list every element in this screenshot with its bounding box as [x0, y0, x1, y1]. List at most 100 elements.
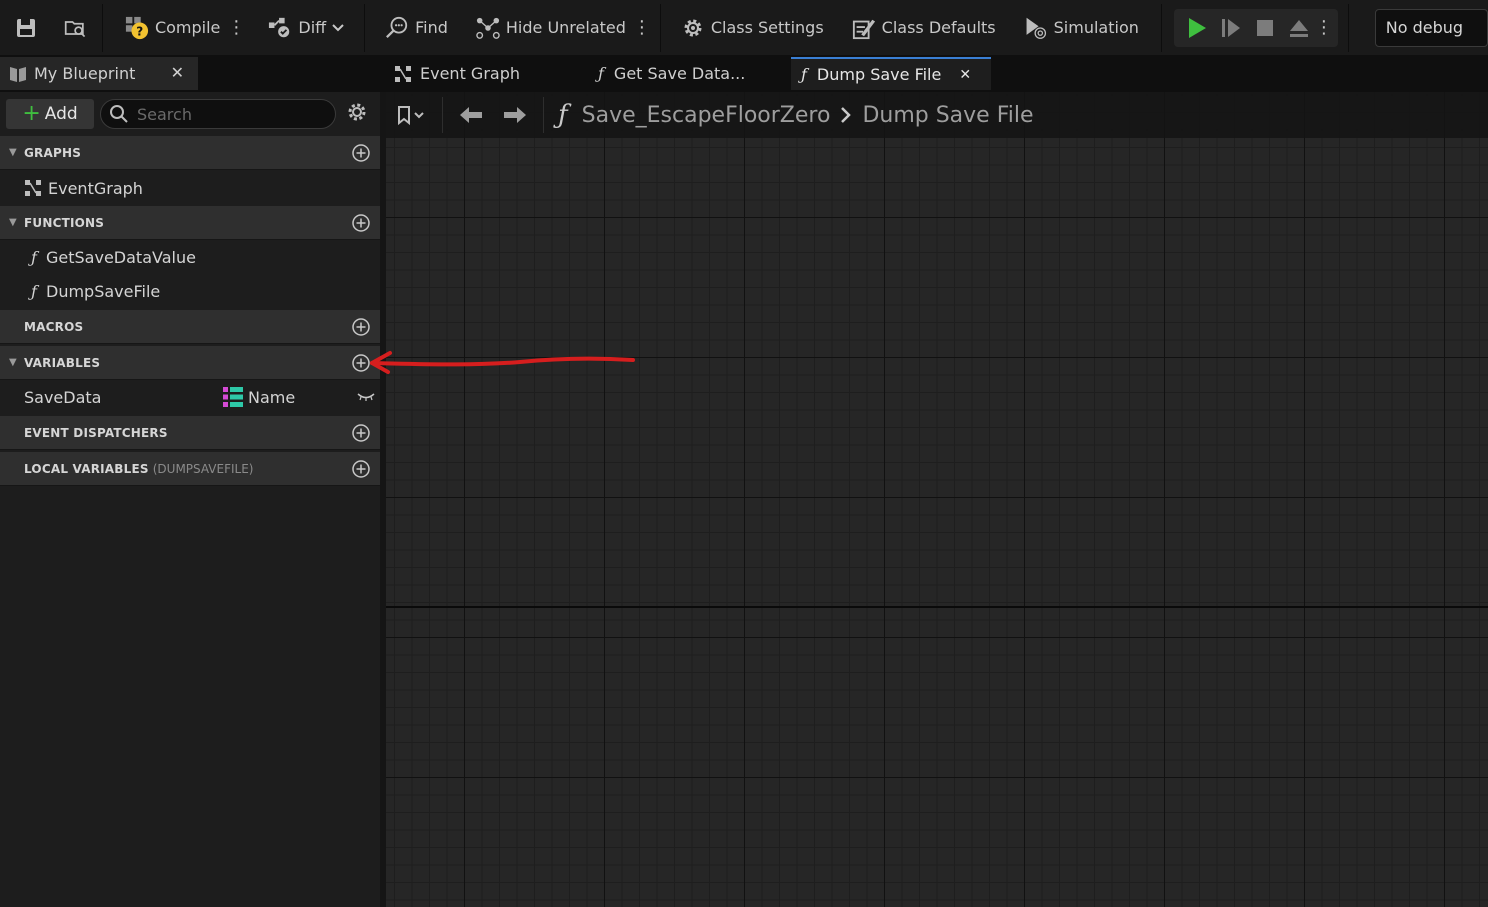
- stop-icon: [1256, 19, 1273, 36]
- section-variables[interactable]: ▼ VARIABLES: [0, 346, 380, 380]
- variable-type-label: Name: [248, 387, 296, 407]
- function-item-label: DumpSaveFile: [46, 281, 161, 301]
- play-options-button[interactable]: ⋮: [1315, 8, 1333, 48]
- find-icon: [385, 16, 409, 40]
- hide-unrelated-label: Hide Unrelated: [505, 18, 626, 37]
- tab-event-graph-label: Event Graph: [420, 64, 520, 83]
- find-button[interactable]: Find: [367, 8, 456, 48]
- my-blueprint-header: + Add: [0, 92, 380, 136]
- function-item-getsavedatavalue[interactable]: ƒ GetSaveDataValue: [0, 240, 380, 274]
- close-icon[interactable]: ✕: [959, 67, 971, 83]
- compile-status-unknown-icon: ?: [125, 16, 149, 40]
- function-icon: ƒ: [31, 281, 37, 301]
- search-box[interactable]: [100, 99, 336, 129]
- debug-filter-value: No debug: [1385, 18, 1464, 37]
- add-circle-icon: [352, 424, 370, 442]
- toolbar-separator: [1347, 3, 1349, 52]
- add-button[interactable]: + Add: [6, 99, 94, 129]
- search-input[interactable]: [137, 104, 327, 124]
- tab-get-save-data-label: Get Save Data...: [613, 64, 746, 83]
- chevron-right-icon: [840, 106, 852, 124]
- play-button[interactable]: [1180, 9, 1214, 47]
- section-event-dispatchers[interactable]: EVENT DISPATCHERS: [0, 416, 380, 450]
- class-defaults-icon: [852, 16, 876, 40]
- back-button[interactable]: [449, 97, 493, 133]
- main-toolbar: ? Compile ⋮ Diff Find Hide Unrelated ⋮ C…: [0, 0, 1488, 55]
- add-local-variable-button[interactable]: [352, 460, 370, 482]
- graph-item-eventgraph[interactable]: EventGraph: [0, 170, 380, 206]
- event-graph-icon: [25, 180, 41, 196]
- forward-button[interactable]: [493, 97, 537, 133]
- class-defaults-button[interactable]: Class Defaults: [832, 8, 1004, 48]
- gear-icon: [681, 16, 705, 40]
- add-graph-button[interactable]: [352, 144, 370, 166]
- add-variable-button[interactable]: [352, 354, 370, 376]
- tab-my-blueprint[interactable]: My Blueprint ✕: [0, 57, 198, 90]
- function-icon: ƒ: [801, 65, 807, 84]
- class-settings-button[interactable]: Class Settings: [663, 8, 832, 48]
- section-graphs[interactable]: ▼ GRAPHS: [0, 136, 380, 170]
- section-functions[interactable]: ▼ FUNCTIONS: [0, 206, 380, 240]
- settings-gear-icon[interactable]: [346, 101, 368, 127]
- breadcrumb-parent[interactable]: Save_EscapeFloorZero: [582, 103, 831, 128]
- tab-dump-save-file[interactable]: ƒ Dump Save File ✕: [791, 57, 991, 90]
- compile-options-button[interactable]: ⋮: [227, 8, 245, 48]
- plus-icon: +: [22, 101, 41, 126]
- save-button[interactable]: [0, 8, 52, 48]
- hide-unrelated-options-button[interactable]: ⋮: [633, 8, 651, 48]
- advance-frame-button[interactable]: [1214, 9, 1248, 47]
- bookmark-icon: [398, 106, 424, 126]
- add-label: Add: [44, 104, 78, 124]
- debug-filter-select[interactable]: No debug: [1374, 8, 1488, 47]
- close-icon[interactable]: ✕: [171, 63, 184, 82]
- variable-item-savedata[interactable]: SaveData Name: [0, 380, 380, 414]
- step-forward-icon: [1221, 18, 1240, 37]
- function-icon: ƒ: [598, 64, 604, 83]
- section-event-dispatchers-title: EVENT DISPATCHERS: [24, 425, 168, 440]
- function-item-label: GetSaveDataValue: [46, 247, 196, 267]
- search-icon: [110, 105, 128, 123]
- add-function-button[interactable]: [352, 214, 370, 236]
- function-item-dumpsavefile[interactable]: ƒ DumpSaveFile: [0, 274, 380, 308]
- section-local-variables-context: (DUMPSAVEFILE): [152, 461, 254, 476]
- diff-button[interactable]: Diff: [244, 8, 352, 48]
- variable-type[interactable]: Name: [222, 386, 295, 408]
- add-event-dispatcher-button[interactable]: [352, 424, 370, 446]
- simulation-button[interactable]: Simulation: [1004, 8, 1147, 48]
- hide-unrelated-button[interactable]: Hide Unrelated: [456, 8, 634, 48]
- section-macros[interactable]: MACROS: [0, 310, 380, 344]
- graph-axis-line: [386, 606, 1488, 608]
- browse-button[interactable]: [52, 8, 100, 48]
- class-defaults-label: Class Defaults: [881, 18, 996, 37]
- add-circle-icon: [352, 460, 370, 478]
- section-local-variables-title: LOCAL VARIABLES: [24, 461, 149, 476]
- compile-button[interactable]: ? Compile: [105, 8, 228, 48]
- variable-name: SaveData: [24, 387, 102, 407]
- browse-folder-icon: [64, 16, 88, 40]
- add-circle-icon: [352, 318, 370, 336]
- function-icon: ƒ: [31, 247, 37, 267]
- section-local-variables[interactable]: LOCAL VARIABLES (DUMPSAVEFILE): [0, 452, 380, 486]
- arrow-right-icon: [504, 107, 526, 123]
- blueprint-icon: [10, 66, 26, 82]
- graph-canvas[interactable]: [386, 92, 1488, 907]
- breadcrumb-separator: [543, 97, 544, 133]
- toolbar-separator: [1160, 3, 1162, 52]
- toolbar-separator: [659, 3, 661, 52]
- eject-button[interactable]: [1282, 9, 1316, 47]
- stop-button[interactable]: [1248, 9, 1282, 47]
- add-macro-button[interactable]: [352, 318, 370, 340]
- add-circle-icon: [352, 354, 370, 372]
- tab-event-graph[interactable]: Event Graph: [394, 57, 584, 90]
- expand-triangle-icon: ▼: [9, 357, 17, 368]
- bookmark-button[interactable]: [386, 97, 436, 133]
- section-macros-title: MACROS: [24, 319, 84, 334]
- section-variables-title: VARIABLES: [24, 355, 101, 370]
- tab-get-save-data-value[interactable]: ƒ Get Save Data...: [598, 57, 778, 90]
- graph-item-label: EventGraph: [48, 178, 143, 198]
- tab-dump-save-file-label: Dump Save File: [816, 65, 942, 84]
- arrow-left-icon: [460, 107, 482, 123]
- closed-eye-icon[interactable]: [356, 388, 376, 407]
- svg-text:?: ?: [136, 24, 143, 38]
- tab-my-blueprint-label: My Blueprint: [34, 64, 136, 83]
